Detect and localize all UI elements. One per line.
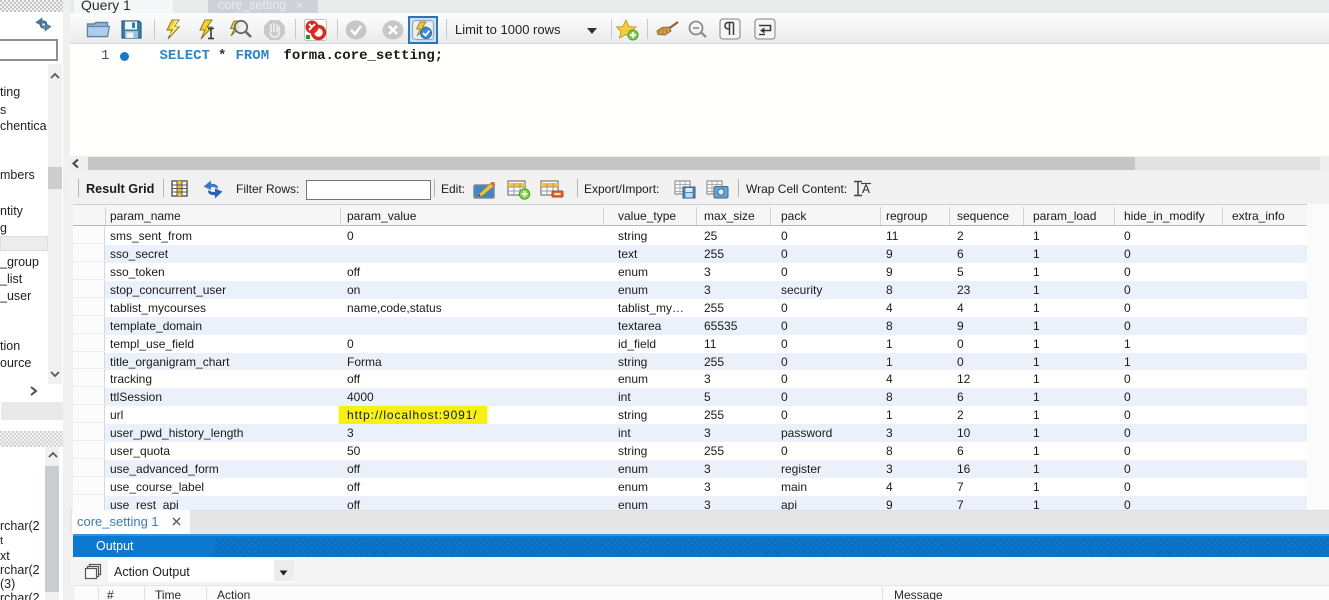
svg-text:A: A [862, 182, 870, 196]
